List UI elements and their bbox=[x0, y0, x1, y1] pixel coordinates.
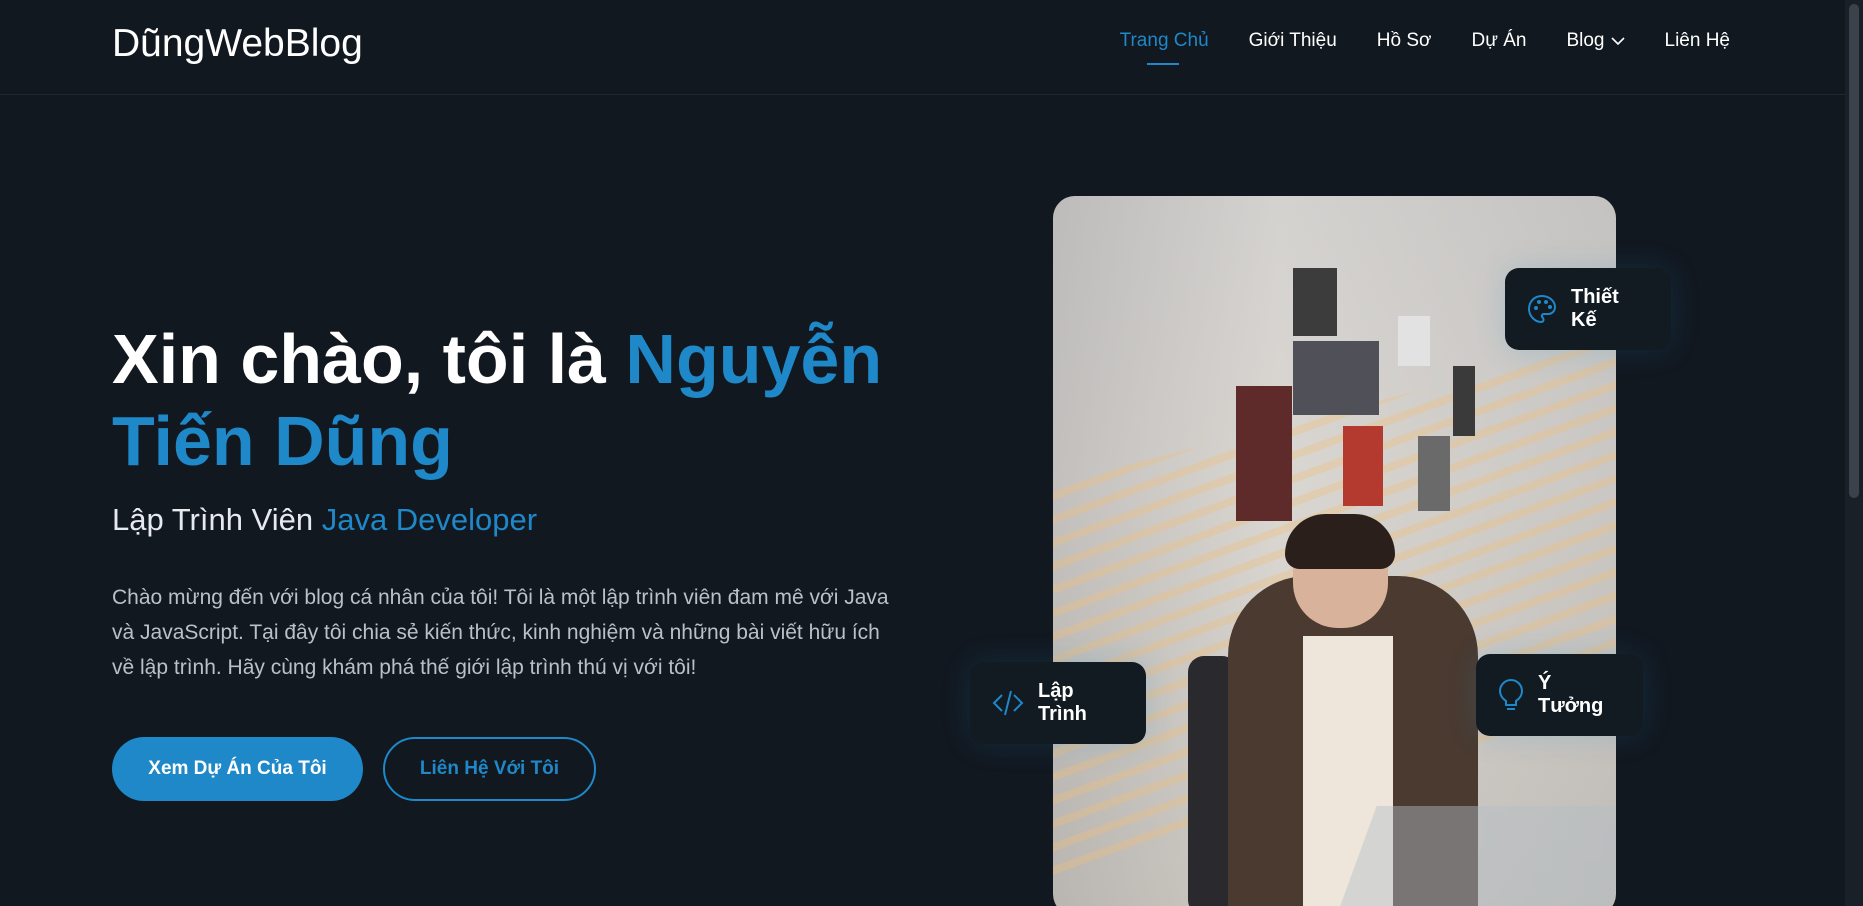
photo-person-hair bbox=[1285, 514, 1395, 569]
code-chip[interactable]: Lập Trình bbox=[970, 662, 1146, 744]
nav-item-projects[interactable]: Dự Án bbox=[1472, 30, 1527, 62]
page-scrollbar[interactable] bbox=[1845, 0, 1863, 906]
nav-item-blog-label: Blog bbox=[1566, 30, 1605, 51]
idea-chip-label: Ý Tưởng bbox=[1538, 672, 1604, 717]
photo-poster bbox=[1453, 366, 1475, 436]
design-chip-label: Thiết Kế bbox=[1571, 286, 1619, 331]
photo-poster bbox=[1293, 268, 1337, 336]
hero-subtitle: Lập Trình Viên Java Developer bbox=[112, 502, 537, 538]
hero-title: Xin chào, tôi là Nguyễn Tiến Dũng bbox=[112, 318, 912, 482]
photo-poster bbox=[1343, 426, 1383, 506]
hero-description: Chào mừng đến với blog cá nhân của tôi! … bbox=[112, 586, 889, 679]
nav-item-home[interactable]: Trang Chủ bbox=[1120, 30, 1209, 65]
nav-item-profile[interactable]: Hồ Sơ bbox=[1377, 30, 1432, 62]
hero-subtitle-role: Java Developer bbox=[321, 502, 538, 537]
chevron-down-icon bbox=[1610, 36, 1625, 46]
site-header: DũngWebBlog Trang Chủ Giới Thiệu Hồ Sơ D… bbox=[0, 0, 1845, 95]
site-logo[interactable]: DũngWebBlog bbox=[112, 22, 363, 66]
scrollbar-thumb[interactable] bbox=[1849, 4, 1859, 498]
photo-poster bbox=[1418, 436, 1450, 511]
photo-poster bbox=[1293, 341, 1379, 415]
hero-subtitle-prefix: Lập Trình Viên bbox=[112, 502, 322, 537]
nav-item-about[interactable]: Giới Thiệu bbox=[1249, 30, 1337, 62]
nav-item-contact[interactable]: Liên Hệ bbox=[1665, 30, 1731, 62]
photo-poster bbox=[1236, 386, 1292, 521]
lightbulb-icon bbox=[1498, 678, 1524, 712]
photo-table bbox=[1329, 806, 1616, 906]
palette-icon bbox=[1527, 294, 1557, 324]
main-nav: Trang Chủ Giới Thiệu Hồ Sơ Dự Án Blog Li… bbox=[1080, 30, 1731, 65]
design-chip[interactable]: Thiết Kế bbox=[1505, 268, 1671, 350]
photo-poster bbox=[1398, 316, 1430, 366]
idea-chip[interactable]: Ý Tưởng bbox=[1476, 654, 1643, 736]
nav-item-blog[interactable]: Blog bbox=[1566, 30, 1625, 62]
code-chip-label: Lập Trình bbox=[1038, 680, 1087, 725]
code-icon bbox=[992, 689, 1024, 717]
hero-title-prefix: Xin chào, tôi là bbox=[112, 320, 626, 398]
view-projects-button[interactable]: Xem Dự Án Của Tôi bbox=[112, 737, 363, 801]
contact-me-button[interactable]: Liên Hệ Với Tôi bbox=[383, 737, 596, 801]
